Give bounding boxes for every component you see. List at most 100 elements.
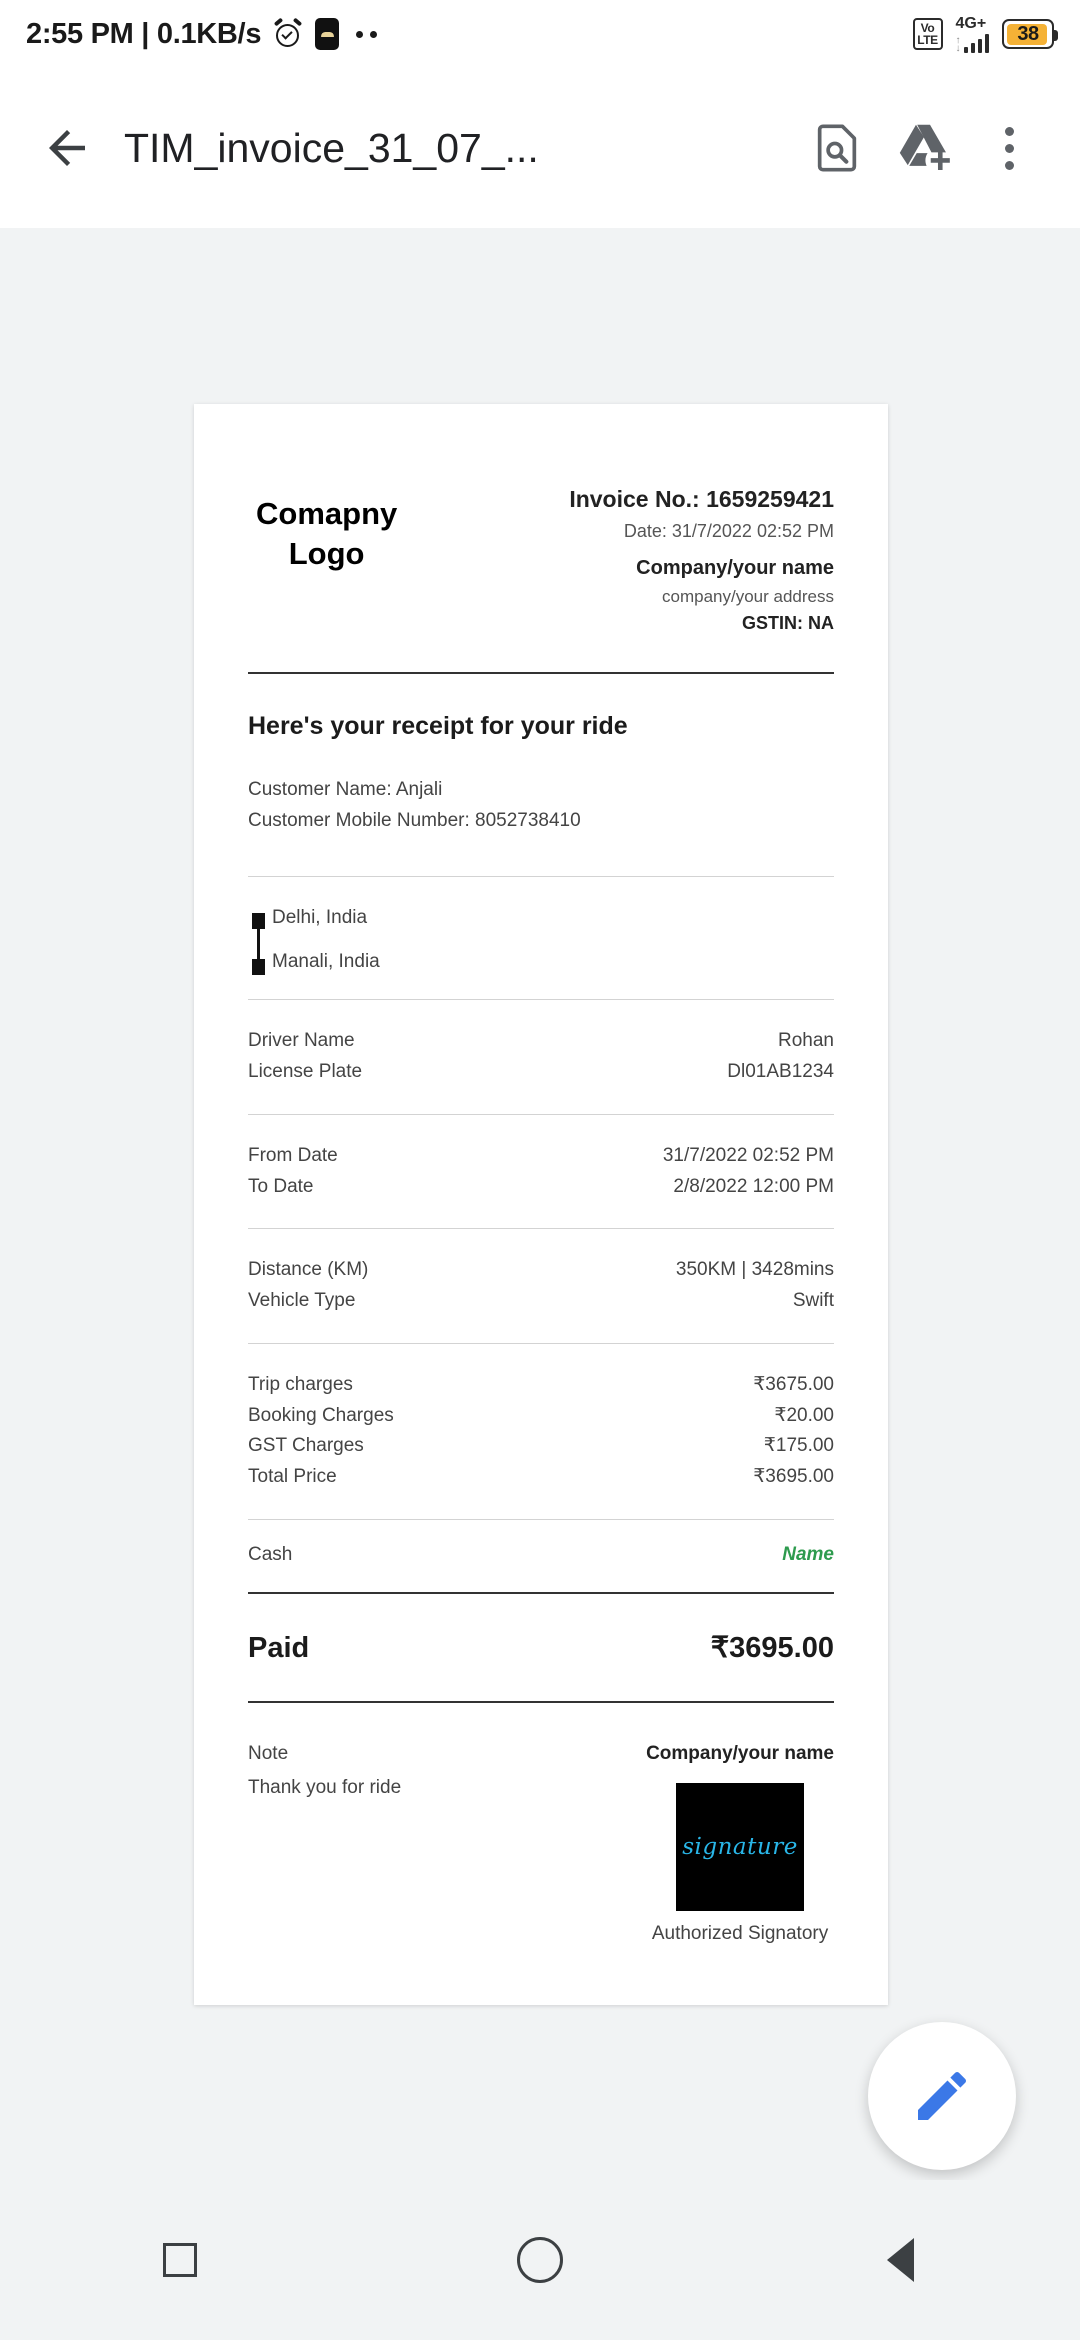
system-back-button[interactable]	[830, 2205, 970, 2315]
recents-button[interactable]	[110, 2205, 250, 2315]
back-arrow-icon	[49, 130, 85, 166]
back-button[interactable]	[28, 109, 106, 187]
battery-icon: 38	[1002, 19, 1058, 49]
row-label: Booking Charges	[248, 1404, 394, 1426]
home-circle-icon	[517, 2237, 563, 2283]
row-value: ₹175.00	[763, 1435, 834, 1457]
customer-name-line: Customer Name: Anjali	[248, 778, 443, 800]
more-dots-icon	[356, 30, 378, 38]
clock-time: 2:55 PM	[26, 17, 134, 50]
row-label: Trip charges	[248, 1373, 353, 1395]
edit-pencil-icon	[918, 2071, 967, 2120]
paid-label: Paid	[248, 1631, 310, 1664]
network-type-label: 4G+	[955, 14, 987, 32]
row-value: Dl01AB1234	[727, 1061, 834, 1083]
company-gstin: GSTIN: NA	[742, 612, 834, 633]
volte-icon: Vo LTE	[912, 18, 943, 50]
overflow-menu-button[interactable]	[966, 105, 1052, 191]
customer-mobile-line: Customer Mobile Number: 8052738410	[248, 809, 581, 831]
signature-block: Company/your name signature Authorized S…	[646, 1743, 834, 1945]
table-row: Distance (KM) 350KM | 3428mins	[248, 1255, 834, 1286]
note-text: Thank you for ride	[248, 1776, 402, 1798]
dates-section: From Date 31/7/2022 02:52 PM To Date 2/8…	[248, 1115, 834, 1229]
row-label: Driver Name	[248, 1030, 355, 1052]
row-label: License Plate	[248, 1061, 363, 1083]
signature-image: signature	[676, 1782, 805, 1911]
logo-line-2: Logo	[288, 535, 365, 571]
table-row: Booking Charges ₹20.00	[248, 1401, 834, 1432]
save-to-drive-button[interactable]	[880, 105, 966, 191]
table-row: GST Charges ₹175.00	[248, 1431, 834, 1462]
table-row: Vehicle Type Swift	[248, 1286, 834, 1317]
table-row: License Plate Dl01AB1234	[248, 1057, 834, 1088]
payment-row: Cash Name	[248, 1520, 834, 1592]
trip-section: Distance (KM) 350KM | 3428mins Vehicle T…	[248, 1229, 834, 1343]
row-label: Distance (KM)	[248, 1259, 369, 1281]
charges-section: Trip charges ₹3675.00 Booking Charges ₹2…	[248, 1344, 834, 1519]
header-divider	[248, 671, 834, 674]
table-row: Trip charges ₹3675.00	[248, 1370, 834, 1401]
row-value: 350KM | 3428mins	[675, 1259, 834, 1281]
row-value: Swift	[792, 1290, 834, 1312]
battery-percent-label: 38	[1017, 22, 1039, 45]
paid-amount: ₹3695.00	[710, 1631, 834, 1664]
route-labels: Delhi, India Manali, India	[272, 907, 380, 973]
alarm-icon	[273, 17, 303, 48]
back-triangle-icon	[886, 2238, 914, 2282]
google-drive-add-icon	[899, 124, 950, 170]
driver-section: Driver Name Rohan License Plate Dl01AB12…	[248, 1000, 834, 1114]
company-address: company/your address	[662, 586, 834, 606]
recents-square-icon	[163, 2243, 197, 2277]
overflow-menu-icon	[1004, 126, 1014, 170]
network-speed: 0.1KB/s	[156, 17, 262, 50]
volte-line-2: LTE	[917, 33, 938, 47]
route-destination: Manali, India	[272, 951, 380, 973]
document-search-icon	[817, 124, 857, 172]
row-label: Vehicle Type	[248, 1290, 356, 1312]
payment-name: Name	[782, 1543, 834, 1565]
app-bar: TIM_invoice_31_07_...	[0, 68, 1080, 228]
payment-mode: Cash	[248, 1543, 293, 1565]
table-row: To Date 2/8/2022 12:00 PM	[248, 1172, 834, 1203]
invoice-header: Comapny Logo Invoice No.: 1659259421 Dat…	[248, 482, 834, 638]
row-value: ₹20.00	[774, 1404, 834, 1426]
status-bar-right: Vo LTE 4G+ ↑ ↓ 38	[912, 14, 1058, 54]
invoice-number: Invoice No.: 1659259421	[569, 486, 834, 512]
system-navigation-bar	[0, 2180, 1080, 2340]
clock-separator: |	[141, 17, 150, 50]
signal-bars-icon	[963, 33, 989, 53]
signature-company-name: Company/your name	[646, 1742, 834, 1764]
row-value: Rohan	[778, 1030, 834, 1052]
table-row: Driver Name Rohan	[248, 1026, 834, 1057]
invoice-page: Comapny Logo Invoice No.: 1659259421 Dat…	[194, 404, 888, 2005]
row-label: GST Charges	[248, 1435, 364, 1457]
invoice-date: Date: 31/7/2022 02:52 PM	[623, 520, 834, 541]
document-title: TIM_invoice_31_07_...	[124, 124, 539, 171]
signature-script-text: signature	[682, 1833, 798, 1860]
home-button[interactable]	[470, 2205, 610, 2315]
app-badge-icon	[315, 18, 340, 50]
company-logo-placeholder: Comapny Logo	[256, 482, 397, 573]
invoice-footer: Note Thank you for ride Company/your nam…	[248, 1703, 834, 1945]
paid-row: Paid ₹3695.00	[248, 1594, 834, 1701]
row-value: 31/7/2022 02:52 PM	[662, 1144, 834, 1166]
data-transfer-arrows-icon: ↑ ↓	[955, 34, 961, 54]
receipt-heading: Here's your receipt for your ride	[248, 711, 628, 740]
row-value: 2/8/2022 12:00 PM	[673, 1175, 834, 1197]
status-bar-left: 2:55 PM | 0.1KB/s	[26, 17, 378, 51]
route-origin: Delhi, India	[272, 907, 368, 929]
document-viewer[interactable]: Comapny Logo Invoice No.: 1659259421 Dat…	[0, 228, 1080, 2180]
row-value: ₹3675.00	[753, 1373, 834, 1395]
signature-caption: Authorized Signatory	[651, 1922, 829, 1944]
company-name: Company/your name	[636, 556, 834, 579]
phone-screen: 2:55 PM | 0.1KB/s Vo LTE 4G+ ↑ ↓ 38 TIM_…	[0, 0, 1080, 2340]
note-block: Note Thank you for ride	[248, 1743, 401, 1945]
row-label: From Date	[248, 1144, 338, 1166]
row-label: To Date	[248, 1175, 314, 1197]
table-row: From Date 31/7/2022 02:52 PM	[248, 1141, 834, 1172]
edit-fab-button[interactable]	[868, 2022, 1016, 2170]
row-value: ₹3695.00	[753, 1466, 834, 1488]
table-row: Total Price ₹3695.00	[248, 1462, 834, 1493]
row-label: Total Price	[248, 1466, 337, 1488]
find-in-document-button[interactable]	[794, 105, 880, 191]
